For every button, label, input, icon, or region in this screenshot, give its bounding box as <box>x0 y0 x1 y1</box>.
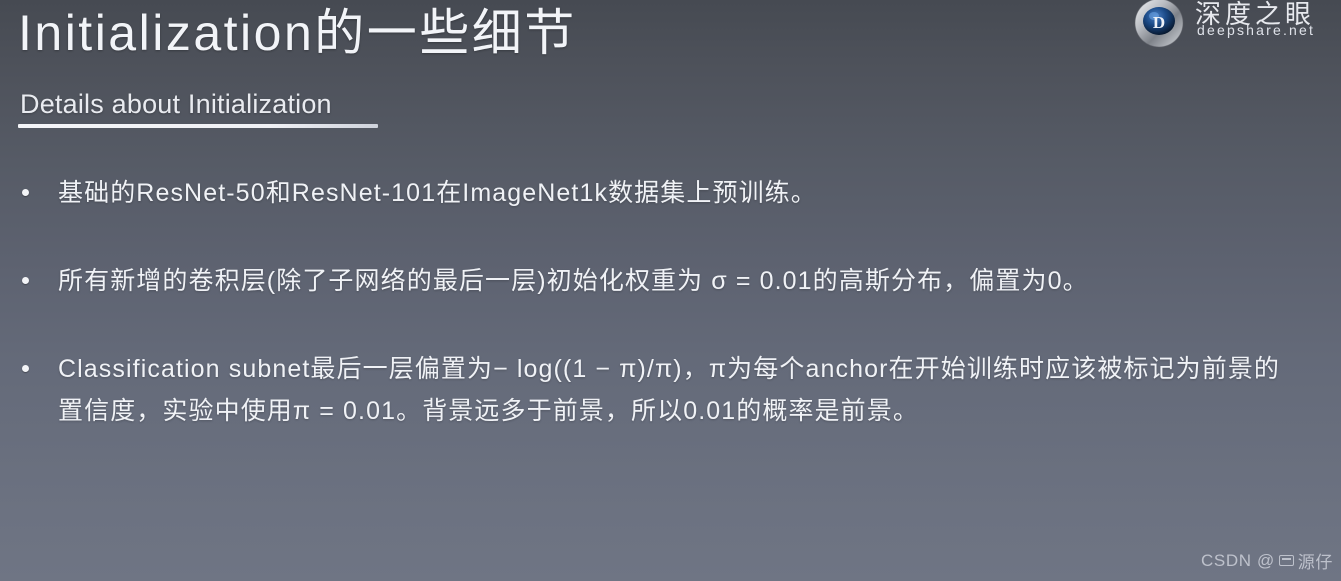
bullet-dot-icon <box>22 277 29 284</box>
page-subtitle: Details about Initialization <box>20 89 332 119</box>
title-underline-rule <box>18 124 378 128</box>
watermark-username: 源仔 <box>1297 553 1333 572</box>
list-item: Classification subnet最后一层偏置为− log((1 − π… <box>0 348 1341 432</box>
bullet-dot-icon <box>22 365 29 372</box>
logo-name-en: deepshare.net <box>1197 22 1316 38</box>
csdn-watermark: CSDN @ 源仔 <box>1201 548 1333 573</box>
bullet-dot-icon <box>22 189 29 196</box>
watermark-prefix: CSDN @ <box>1201 550 1275 570</box>
deepshare-eye-icon: D <box>1131 0 1187 48</box>
bullet-text: 基础的ResNet-50和ResNet-101在ImageNet1k数据集上预训… <box>58 179 817 207</box>
list-item: 所有新增的卷积层(除了子网络的最后一层)初始化权重为 σ = 0.01的高斯分布… <box>0 260 1341 302</box>
list-item: 基础的ResNet-50和ResNet-101在ImageNet1k数据集上预训… <box>0 172 1341 214</box>
slide: Initialization的一些细节 Details about Initia… <box>0 0 1341 581</box>
page-title: Initialization的一些细节 <box>18 5 577 61</box>
brand-logo: D 深度之眼 deepshare.net <box>1123 0 1335 48</box>
svg-text:D: D <box>1153 13 1165 32</box>
bullet-text: Classification subnet最后一层偏置为− log((1 − π… <box>58 355 1281 425</box>
bullet-text: 所有新增的卷积层(除了子网络的最后一层)初始化权重为 σ = 0.01的高斯分布… <box>58 267 1089 295</box>
bullet-list: 基础的ResNet-50和ResNet-101在ImageNet1k数据集上预训… <box>0 172 1341 478</box>
watermark-badge-icon <box>1278 555 1294 566</box>
